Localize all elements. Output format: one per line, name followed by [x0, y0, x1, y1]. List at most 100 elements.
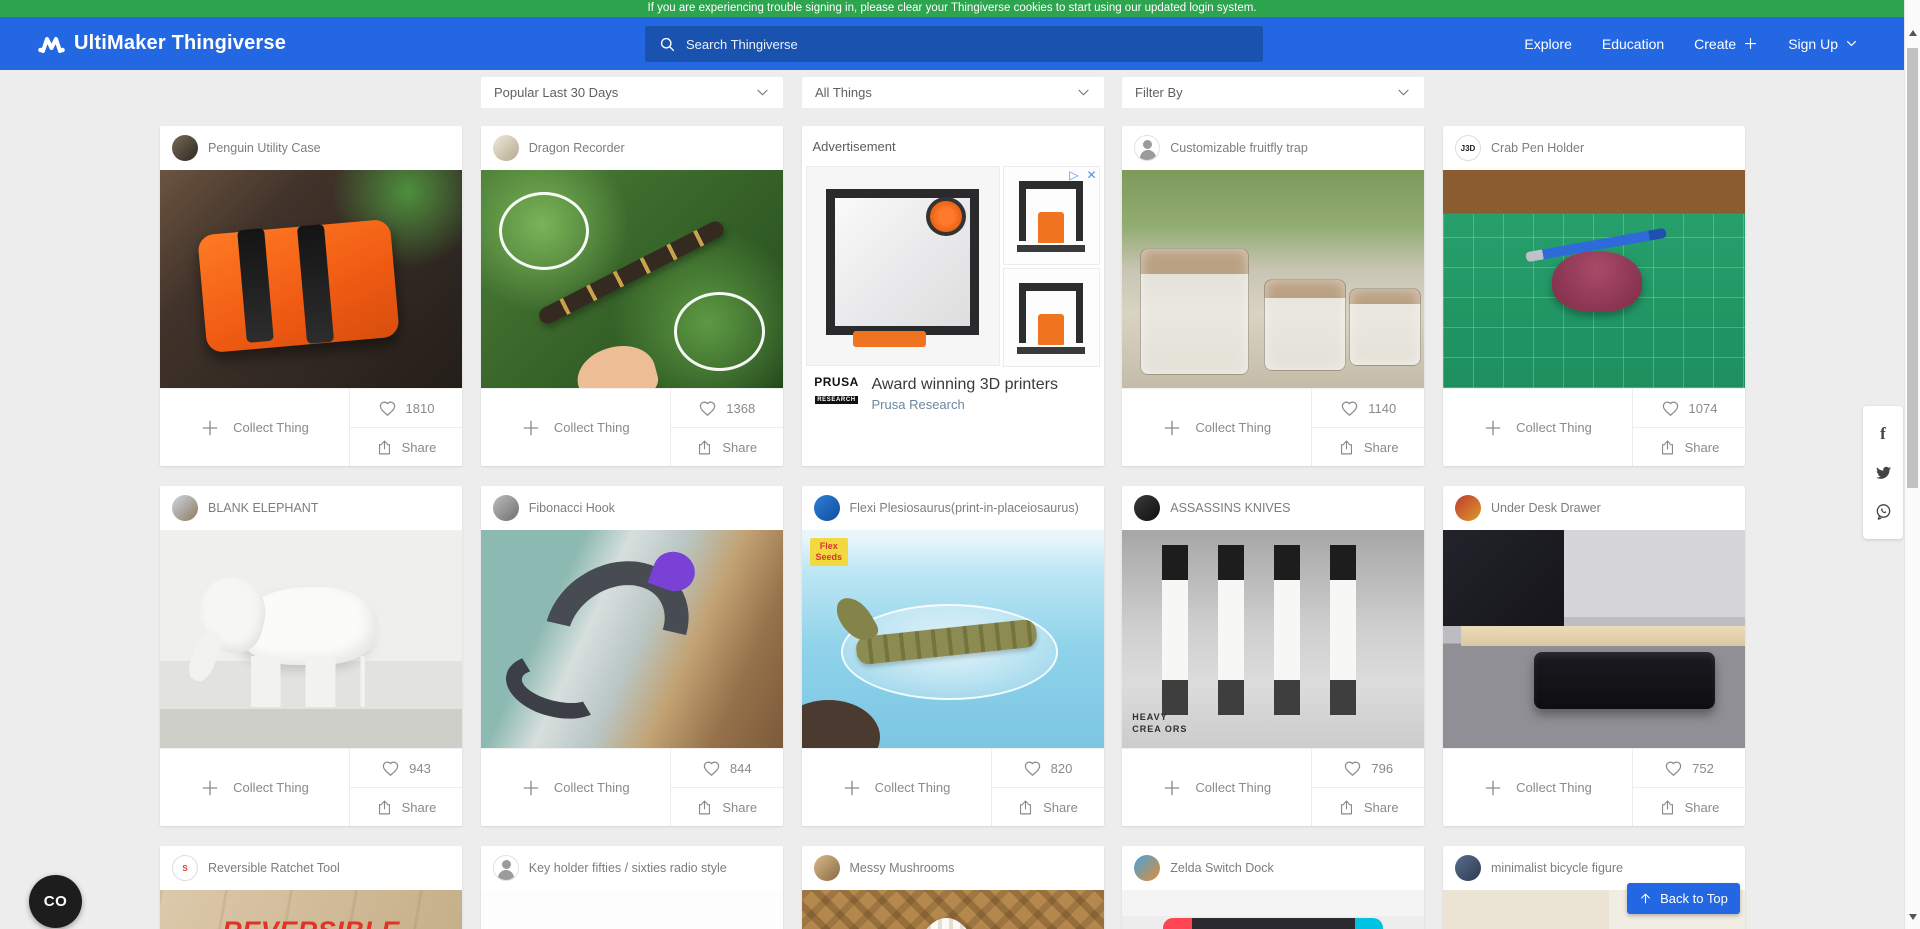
thing-title[interactable]: Customizable fruitfly trap: [1170, 141, 1308, 155]
collect-thing-button[interactable]: Collect Thing: [1443, 389, 1633, 466]
like-button[interactable]: 796: [1312, 749, 1424, 788]
like-button[interactable]: 943: [350, 749, 462, 788]
collect-thing-button[interactable]: Collect Thing: [802, 749, 992, 826]
collect-thing-button[interactable]: Collect Thing: [160, 749, 350, 826]
collect-thing-button[interactable]: Collect Thing: [1122, 749, 1312, 826]
share-label: Share: [1685, 440, 1720, 455]
thing-title[interactable]: Zelda Switch Dock: [1170, 861, 1274, 875]
creator-avatar[interactable]: [814, 855, 840, 881]
twitter-icon[interactable]: [1873, 463, 1893, 483]
collect-thing-button[interactable]: Collect Thing: [481, 749, 671, 826]
like-button[interactable]: 1810: [350, 389, 462, 428]
scrollbar-thumb[interactable]: [1907, 48, 1918, 488]
ad-body[interactable]: ▷ ✕: [802, 166, 1104, 412]
share-icon: [1338, 799, 1355, 816]
share-button[interactable]: Share: [671, 788, 783, 826]
filter-by-select[interactable]: Filter By: [1122, 77, 1424, 108]
creator-avatar[interactable]: [172, 495, 198, 521]
share-button[interactable]: Share: [1312, 788, 1424, 826]
thing-title[interactable]: Messy Mushrooms: [850, 861, 955, 875]
thing-thumbnail[interactable]: [1443, 530, 1745, 748]
creator-avatar[interactable]: [1455, 855, 1481, 881]
creator-avatar[interactable]: [493, 135, 519, 161]
cookie-settings-button[interactable]: CO: [29, 875, 82, 928]
thing-title[interactable]: Flexi Plesiosaurus(print-in-placeiosauru…: [850, 501, 1079, 515]
thing-title[interactable]: Penguin Utility Case: [208, 141, 321, 155]
category-select[interactable]: All Things: [802, 77, 1104, 108]
thing-title[interactable]: ASSASSINS KNIVES: [1170, 501, 1290, 515]
share-button[interactable]: Share: [1633, 788, 1745, 826]
thing-thumbnail[interactable]: [1122, 170, 1424, 388]
thing-thumbnail[interactable]: [160, 530, 462, 748]
thing-thumbnail[interactable]: REVERSIBLE: [160, 890, 462, 929]
creator-avatar[interactable]: J3D: [1455, 135, 1481, 161]
whatsapp-icon[interactable]: [1873, 502, 1893, 522]
collect-thing-button[interactable]: Collect Thing: [481, 389, 671, 466]
creator-avatar[interactable]: [814, 495, 840, 521]
ad-headline[interactable]: Award winning 3D printers: [872, 376, 1058, 394]
like-button[interactable]: 1074: [1633, 389, 1745, 428]
nav-link-sign-up[interactable]: Sign Up: [1788, 36, 1858, 52]
creator-avatar[interactable]: [1134, 855, 1160, 881]
creator-avatar[interactable]: S: [172, 855, 198, 881]
collect-thing-button[interactable]: Collect Thing: [1122, 389, 1312, 466]
thing-title[interactable]: Key holder fifties / sixties radio style: [529, 861, 727, 875]
share-button[interactable]: Share: [1633, 428, 1745, 466]
page-scrollbar[interactable]: [1904, 0, 1920, 929]
thing-title[interactable]: Fibonacci Hook: [529, 501, 615, 515]
creator-avatar[interactable]: [493, 855, 519, 881]
ad-advertiser[interactable]: Prusa Research: [872, 397, 1058, 412]
scrollbar-down-arrow[interactable]: [1909, 914, 1917, 920]
share-button[interactable]: Share: [671, 428, 783, 466]
creator-avatar[interactable]: [1455, 495, 1481, 521]
collect-thing-label: Collect Thing: [554, 420, 630, 435]
collect-thing-button[interactable]: Collect Thing: [160, 389, 350, 466]
share-button[interactable]: Share: [350, 788, 462, 826]
brand-logo[interactable]: UltiMaker Thingiverse: [38, 17, 286, 70]
thing-title[interactable]: BLANK ELEPHANT: [208, 501, 318, 515]
thing-thumbnail[interactable]: Flex Seeds: [802, 530, 1104, 748]
adchoices-icon[interactable]: ▷: [1069, 169, 1078, 181]
scrollbar-up-arrow[interactable]: [1909, 30, 1917, 36]
search-input[interactable]: [686, 37, 1249, 52]
nav-link-create[interactable]: Create: [1694, 36, 1758, 52]
creator-avatar[interactable]: [1134, 135, 1160, 161]
thing-card-footer: Collect Thing 1140 Share: [1122, 388, 1424, 466]
thing-thumbnail[interactable]: HEAVY CREA ORS: [1122, 530, 1424, 748]
nav-link-education[interactable]: Education: [1602, 36, 1664, 52]
advertiser-logo[interactable]: PRUSA RESEARCH: [812, 376, 862, 406]
thing-thumbnail[interactable]: [1443, 170, 1745, 388]
thing-thumbnail[interactable]: [1122, 890, 1424, 929]
search-bar[interactable]: [645, 26, 1263, 62]
like-button[interactable]: 1140: [1312, 389, 1424, 428]
creator-avatar[interactable]: [172, 135, 198, 161]
facebook-icon[interactable]: f: [1873, 424, 1893, 444]
thing-title[interactable]: Reversible Ratchet Tool: [208, 861, 340, 875]
collect-thing-button[interactable]: Collect Thing: [1443, 749, 1633, 826]
like-button[interactable]: 820: [992, 749, 1104, 788]
like-button[interactable]: 844: [671, 749, 783, 788]
thing-thumbnail[interactable]: [481, 170, 783, 388]
ad-close-icon[interactable]: ✕: [1086, 169, 1096, 181]
thing-title[interactable]: minimalist bicycle figure: [1491, 861, 1623, 875]
thing-thumbnail[interactable]: [481, 890, 783, 929]
ad-image-main[interactable]: [806, 166, 1000, 366]
thing-title[interactable]: Dragon Recorder: [529, 141, 625, 155]
thing-thumbnail[interactable]: [481, 530, 783, 748]
like-button[interactable]: 1368: [671, 389, 783, 428]
creator-avatar[interactable]: [493, 495, 519, 521]
sort-select[interactable]: Popular Last 30 Days: [481, 77, 783, 108]
thing-title[interactable]: Under Desk Drawer: [1491, 501, 1601, 515]
share-button[interactable]: Share: [1312, 428, 1424, 466]
thing-thumbnail[interactable]: [802, 890, 1104, 929]
share-label: Share: [722, 800, 757, 815]
share-button[interactable]: Share: [350, 428, 462, 466]
back-to-top-button[interactable]: Back to Top: [1627, 883, 1740, 914]
share-button[interactable]: Share: [992, 788, 1104, 826]
ad-image-small-bottom[interactable]: [1003, 268, 1100, 367]
nav-link-explore[interactable]: Explore: [1524, 36, 1571, 52]
creator-avatar[interactable]: [1134, 495, 1160, 521]
thing-thumbnail[interactable]: [160, 170, 462, 388]
like-button[interactable]: 752: [1633, 749, 1745, 788]
thing-title[interactable]: Crab Pen Holder: [1491, 141, 1584, 155]
